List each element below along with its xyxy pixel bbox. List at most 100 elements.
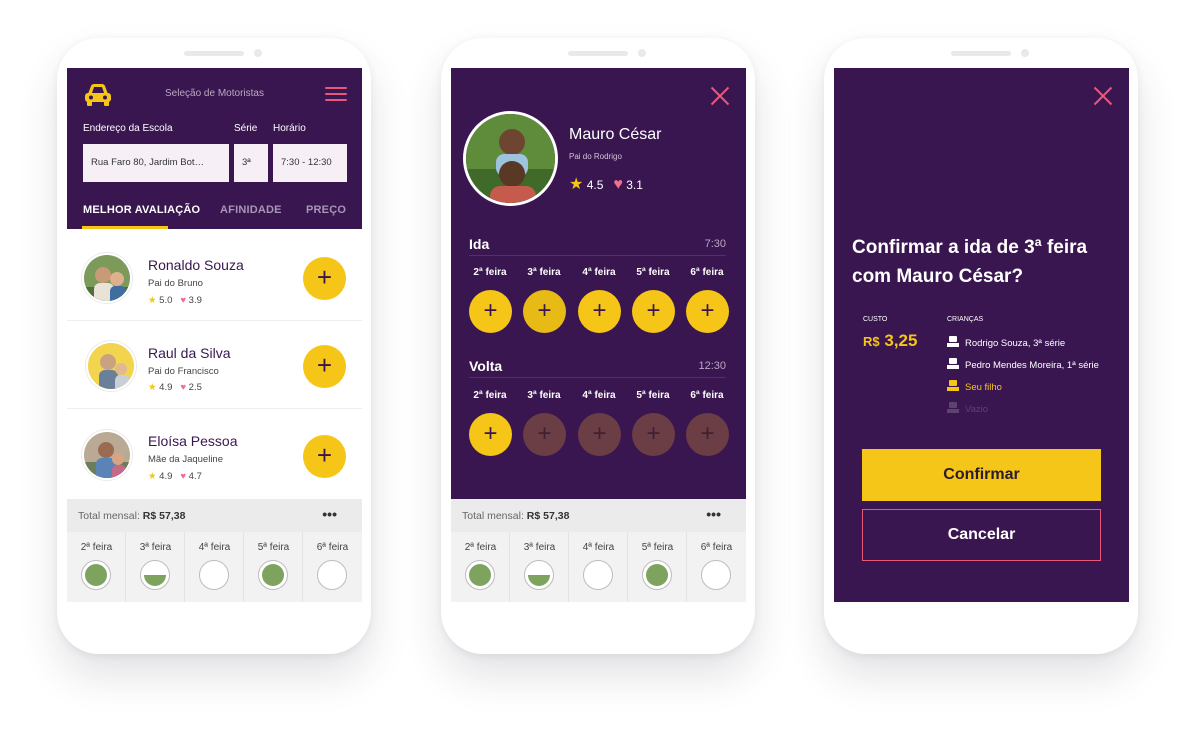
ida-title: Ida bbox=[469, 236, 490, 252]
total-value: R$ 57,38 bbox=[142, 510, 186, 522]
heart-icon: ♥ bbox=[613, 176, 623, 193]
driver-rating: ★ 4.9 ♥ 2.5 bbox=[148, 382, 202, 393]
driver-relation: Mãe da Jaqueline bbox=[148, 454, 223, 465]
ida-day-button[interactable]: + bbox=[686, 290, 729, 333]
day-fill bbox=[144, 575, 166, 586]
add-driver-button[interactable]: + bbox=[303, 257, 346, 300]
tab-price[interactable]: PREÇO bbox=[306, 204, 346, 216]
page-title: Seleção de Motoristas bbox=[165, 88, 264, 99]
day-status-indicator bbox=[81, 560, 111, 590]
more-options-icon[interactable]: ••• bbox=[322, 506, 337, 522]
day-label: 6ª feira bbox=[316, 542, 349, 553]
cancel-button[interactable]: Cancelar bbox=[862, 509, 1101, 561]
day-label: 5ª feira bbox=[257, 542, 290, 553]
total-label: Total mensal: bbox=[462, 510, 524, 522]
day-label: 2ª feira bbox=[80, 542, 113, 553]
day-status-indicator bbox=[583, 560, 613, 590]
day-status-indicator bbox=[140, 560, 170, 590]
tab-indicator bbox=[82, 226, 168, 229]
avatar bbox=[86, 341, 136, 391]
time-field[interactable]: 7:30 - 12:30 bbox=[273, 144, 347, 182]
day-fill bbox=[469, 564, 491, 586]
weekday-label: 5ª feira bbox=[636, 390, 670, 401]
star-icon: ★ bbox=[148, 295, 157, 306]
weekday-label: 6ª feira bbox=[690, 267, 724, 278]
driver-rating: ★ 4.5 ♥ 3.1 bbox=[569, 174, 643, 194]
close-icon[interactable] bbox=[1093, 86, 1113, 106]
heart-score: 3.9 bbox=[188, 295, 202, 306]
driver-detail-panel: Mauro César Pai do Rodrigo ★ 4.5 ♥ 3.1 Id… bbox=[451, 68, 746, 499]
child-seat-item: Vazio bbox=[947, 402, 988, 415]
driver-name: Mauro César bbox=[569, 126, 662, 143]
driver-name: Raul da Silva bbox=[148, 345, 231, 361]
driver-row[interactable]: Eloísa Pessoa Mãe da Jaqueline ★ 4.9 ♥ 4.… bbox=[67, 409, 362, 497]
confirmation-title: Confirmar a ida de 3ª feira com Mauro Cé… bbox=[852, 237, 1088, 287]
day-label: 2ª feira bbox=[464, 542, 497, 553]
monthly-summary: Total mensal: R$ 57,38 ••• 2ª feira 3ª f… bbox=[67, 499, 362, 602]
screen-driver-selection: Seleção de Motoristas Endereço da Escola… bbox=[67, 68, 362, 602]
add-driver-button[interactable]: + bbox=[303, 435, 346, 478]
header: Seleção de Motoristas Endereço da Escola… bbox=[67, 68, 362, 229]
cost-amount: 3,25 bbox=[884, 331, 918, 350]
summary-bar: Total mensal: R$ 57,38 ••• bbox=[451, 499, 746, 532]
tab-affinity[interactable]: AFINIDADE bbox=[220, 204, 282, 216]
star-icon: ★ bbox=[148, 471, 157, 482]
star-score: 4.5 bbox=[586, 178, 604, 192]
volta-day-button[interactable]: + bbox=[686, 413, 729, 456]
heart-icon: ♥ bbox=[180, 382, 187, 393]
divider bbox=[469, 255, 726, 256]
address-label: Endereço da Escola bbox=[83, 123, 173, 134]
cost-currency: R$ bbox=[863, 334, 880, 349]
weekday-label: 5ª feira bbox=[636, 267, 670, 278]
monthly-total: Total mensal: R$ 57,38 bbox=[462, 510, 569, 522]
day-label: 3ª feira bbox=[523, 542, 556, 553]
day-label: 5ª feira bbox=[641, 542, 674, 553]
driver-relation: Pai do Francisco bbox=[148, 366, 219, 377]
heart-score: 2.5 bbox=[188, 382, 202, 393]
ida-day-button[interactable]: + bbox=[469, 290, 512, 333]
driver-relation: Pai do Bruno bbox=[148, 278, 203, 289]
ida-day-button[interactable]: + bbox=[632, 290, 675, 333]
avatar bbox=[82, 253, 132, 303]
child-name: Rodrigo Souza, 3ª série bbox=[965, 338, 1066, 349]
hamburger-menu-icon[interactable] bbox=[325, 87, 347, 103]
phone-driver-detail: Mauro César Pai do Rodrigo ★ 4.5 ♥ 3.1 Id… bbox=[441, 38, 755, 654]
driver-row[interactable]: Raul da Silva Pai do Francisco ★ 4.9 ♥ 2.… bbox=[67, 321, 362, 409]
star-icon: ★ bbox=[569, 176, 584, 193]
driver-name: Eloísa Pessoa bbox=[148, 433, 238, 449]
grade-field[interactable]: 3ª bbox=[234, 144, 268, 182]
tab-best-rating[interactable]: MELHOR AVALIAÇÃO bbox=[83, 204, 200, 216]
driver-name: Ronaldo Souza bbox=[148, 257, 244, 273]
day-fill bbox=[528, 575, 550, 586]
volta-day-button[interactable]: + bbox=[578, 413, 621, 456]
confirm-button[interactable]: Confirmar bbox=[862, 449, 1101, 501]
day-column: 6ª feira bbox=[687, 532, 746, 602]
ida-time: 7:30 bbox=[704, 238, 726, 250]
driver-row[interactable]: Ronaldo Souza Pai do Bruno ★ 5.0 ♥ 3.9 + bbox=[67, 233, 362, 321]
day-label: 4ª feira bbox=[582, 542, 615, 553]
star-icon: ★ bbox=[148, 382, 157, 393]
star-score: 5.0 bbox=[159, 295, 173, 306]
cost-label: CUSTO bbox=[863, 316, 888, 323]
volta-day-button[interactable]: + bbox=[469, 413, 512, 456]
day-column: 4ª feira bbox=[569, 532, 628, 602]
volta-time: 12:30 bbox=[698, 360, 726, 372]
day-status-indicator bbox=[317, 560, 347, 590]
child-name: Vazio bbox=[965, 404, 989, 415]
volta-day-button[interactable]: + bbox=[523, 413, 566, 456]
address-field[interactable]: Rua Faro 80, Jardim Bot… bbox=[83, 144, 229, 182]
grade-label: Série bbox=[234, 123, 258, 134]
child-seat-item: Rodrigo Souza, 3ª série bbox=[947, 336, 1065, 349]
total-label: Total mensal: bbox=[78, 510, 140, 522]
more-options-icon[interactable]: ••• bbox=[706, 506, 721, 522]
ida-day-button[interactable]: + bbox=[578, 290, 621, 333]
add-driver-button[interactable]: + bbox=[303, 345, 346, 388]
seat-icon bbox=[947, 358, 959, 369]
volta-day-button[interactable]: + bbox=[632, 413, 675, 456]
confirmation-panel: Confirmar a ida de 3ª feira com Mauro Cé… bbox=[834, 68, 1129, 602]
seat-icon bbox=[947, 336, 959, 347]
ida-day-button[interactable]: + bbox=[523, 290, 566, 333]
close-icon[interactable] bbox=[710, 86, 730, 106]
screen-driver-detail: Mauro César Pai do Rodrigo ★ 4.5 ♥ 3.1 Id… bbox=[451, 68, 746, 602]
sort-tabs: MELHOR AVALIAÇÃO AFINIDADE PREÇO bbox=[67, 204, 362, 229]
